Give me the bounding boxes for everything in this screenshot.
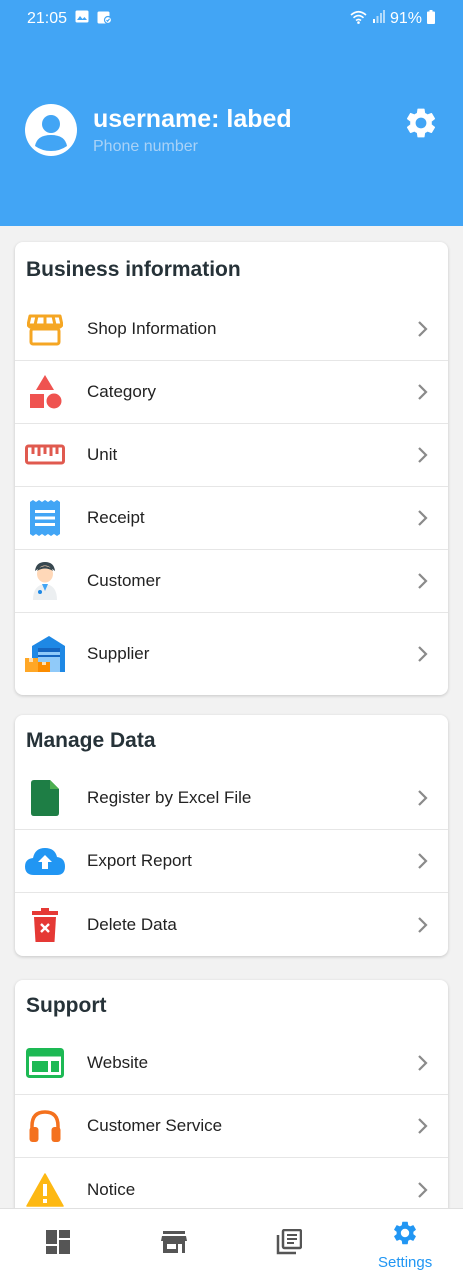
chevron-right-icon — [416, 383, 430, 401]
settings-nav-label: Settings — [378, 1253, 433, 1271]
chevron-right-icon — [416, 916, 430, 934]
unit-label: Unit — [87, 445, 118, 464]
export-report-label: Export Report — [87, 851, 192, 870]
delete-data-row[interactable]: Delete Data — [15, 893, 448, 956]
supplier-row[interactable]: Supplier — [15, 613, 448, 695]
nav-library[interactable] — [232, 1209, 348, 1280]
battery-icon — [427, 9, 435, 29]
gear-icon[interactable] — [403, 105, 439, 141]
bottom-navigation: Settings — [0, 1208, 463, 1280]
business-information-card: Business information Shop Information Ca… — [15, 242, 448, 695]
warehouse-icon — [24, 633, 66, 675]
chevron-right-icon — [416, 852, 430, 870]
signal-icon — [372, 10, 385, 28]
chevron-right-icon — [416, 320, 430, 338]
supplier-label: Supplier — [87, 644, 150, 663]
receipt-label: Receipt — [87, 508, 145, 527]
unit-row[interactable]: Unit — [15, 424, 448, 487]
trash-icon — [24, 904, 66, 946]
section-title: Business information — [26, 258, 241, 281]
gallery-notification-icon — [75, 10, 89, 28]
chevron-right-icon — [416, 645, 430, 663]
store-icon — [160, 1230, 187, 1259]
shop-icon — [24, 308, 66, 350]
shop-information-row[interactable]: Shop Information — [15, 298, 448, 361]
nav-store[interactable] — [116, 1209, 232, 1280]
website-row[interactable]: Website — [15, 1032, 448, 1095]
customer-label: Customer — [87, 571, 161, 590]
shapes-icon — [24, 371, 66, 413]
excel-file-icon — [24, 777, 66, 819]
customer-service-label: Customer Service — [87, 1116, 223, 1135]
status-bar: 21:05 91% — [0, 0, 463, 38]
receipt-icon — [24, 497, 66, 539]
register-excel-row[interactable]: Register by Excel File — [15, 767, 448, 830]
customer-row[interactable]: Customer — [15, 550, 448, 613]
chevron-right-icon — [416, 1117, 430, 1135]
website-label: Website — [87, 1053, 149, 1072]
register-excel-label: Register by Excel File — [87, 788, 252, 807]
battery-percent: 91% — [389, 10, 422, 27]
shop-information-label: Shop Information — [87, 319, 217, 338]
calendar-notification-icon — [97, 10, 113, 29]
avatar-icon — [25, 104, 77, 156]
ruler-icon — [24, 434, 66, 476]
profile-header: 21:05 91% username: labed Phone number — [0, 0, 463, 226]
category-label: Category — [87, 382, 156, 401]
username-label: username: labed — [93, 105, 292, 133]
cloud-upload-icon — [24, 840, 66, 882]
chevron-right-icon — [416, 446, 430, 464]
notice-label: Notice — [87, 1179, 136, 1199]
support-card: Support Website Customer Service Notice — [15, 980, 448, 1221]
wifi-icon — [350, 10, 367, 29]
library-books-icon — [276, 1228, 303, 1260]
export-report-row[interactable]: Export Report — [15, 830, 448, 893]
status-time: 21:05 — [27, 10, 68, 27]
customer-service-row[interactable]: Customer Service — [15, 1095, 448, 1158]
chevron-right-icon — [416, 1181, 430, 1199]
warning-icon — [24, 1169, 66, 1211]
chevron-right-icon — [416, 789, 430, 807]
nav-settings[interactable]: Settings — [347, 1209, 463, 1280]
chevron-right-icon — [416, 1054, 430, 1072]
section-title: Support — [26, 994, 107, 1017]
gear-icon — [391, 1219, 419, 1252]
category-row[interactable]: Category — [15, 361, 448, 424]
chevron-right-icon — [416, 509, 430, 527]
phone-number-placeholder: Phone number — [93, 138, 198, 155]
chevron-right-icon — [416, 572, 430, 590]
user-profile[interactable]: username: labed Phone number — [25, 104, 292, 156]
headphones-icon — [24, 1105, 66, 1147]
nav-dashboard[interactable] — [0, 1209, 116, 1280]
dashboard-icon — [45, 1229, 71, 1260]
delete-data-label: Delete Data — [87, 914, 177, 934]
customer-icon — [24, 560, 66, 602]
manage-data-card: Manage Data Register by Excel File Expor… — [15, 715, 448, 956]
section-title: Manage Data — [26, 729, 156, 752]
website-icon — [24, 1042, 66, 1084]
receipt-row[interactable]: Receipt — [15, 487, 448, 550]
